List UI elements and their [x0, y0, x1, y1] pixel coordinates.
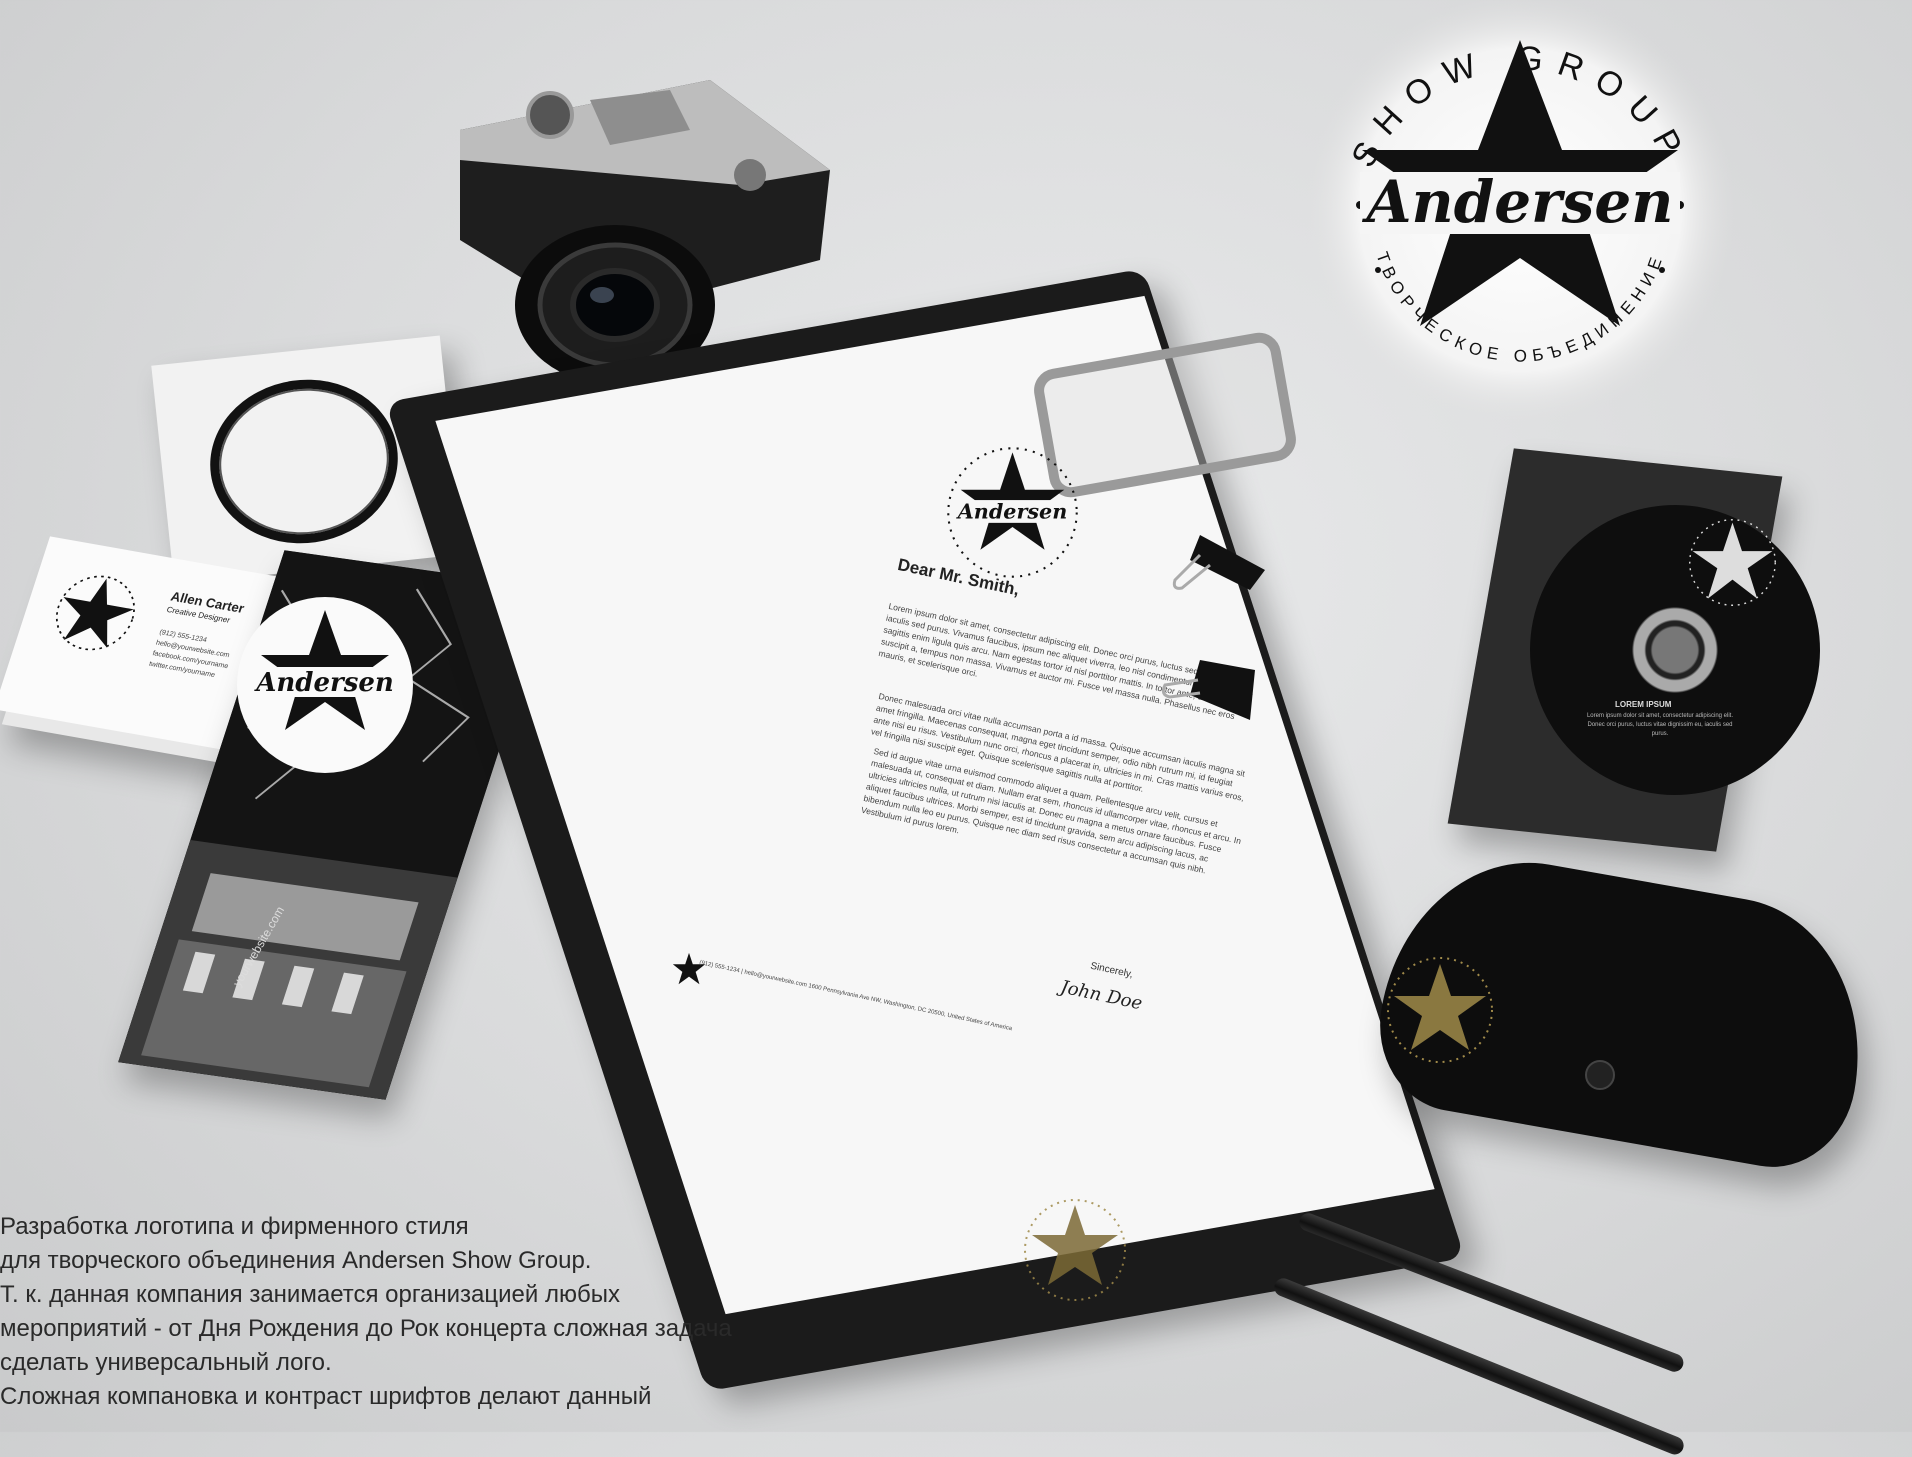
glasses-case-logo [1387, 957, 1493, 1063]
caption-line-4: мероприятий - от Дня Рождения до Рок кон… [0, 1315, 732, 1342]
pen-2 [1271, 1275, 1687, 1457]
caption-line-6: Сложная компановка и контраст шрифтов де… [0, 1383, 652, 1410]
description-caption: Разработка логотипа и фирменного стиля д… [0, 1210, 960, 1414]
flyer-logo-name: Andersen [253, 668, 394, 698]
flyer-logo: Andersen [237, 597, 413, 773]
glasses-case-snap [1585, 1060, 1615, 1090]
business-card-contacts: (912) 555-1234 hello@yourwebsite.com fac… [147, 627, 236, 683]
logo-script-name: Andersen [1362, 168, 1674, 236]
letterhead-logo: Andersen [947, 447, 1078, 578]
binder-clip-1 [1172, 535, 1265, 590]
business-card-logo [55, 575, 135, 651]
binder-clip-2 [1161, 660, 1255, 720]
caption-line-2: для творческого объединения Andersen Sho… [0, 1247, 592, 1274]
pen-1 [1296, 1210, 1686, 1375]
cd-logo [1689, 519, 1776, 606]
logo-emblem: SHOW GROUP ТВОРЧЕСКОЕ ОБЪЕДИНЕНИЕ Anders… [1305, 0, 1735, 425]
caption-line-1: Разработка логотипа и фирменного стиля [0, 1213, 469, 1240]
clipboard-gold-stamp [1024, 1199, 1126, 1301]
letter-footer-logo [672, 952, 706, 985]
letterhead-logo-name: Andersen [956, 500, 1068, 524]
cd-title: LOREM IPSUM [1615, 700, 1672, 709]
caption-line-3: Т. к. данная компания занимается организ… [0, 1281, 620, 1308]
brand-logo: SHOW GROUP ТВОРЧЕСКОЕ ОБЪЕДИНЕНИЕ Anders… [1300, 0, 1740, 440]
caption-line-5: сделать универсальный лого. [0, 1349, 332, 1376]
cd-text: Lorem ipsum dolor sit amet, consectetur … [1586, 713, 1734, 737]
